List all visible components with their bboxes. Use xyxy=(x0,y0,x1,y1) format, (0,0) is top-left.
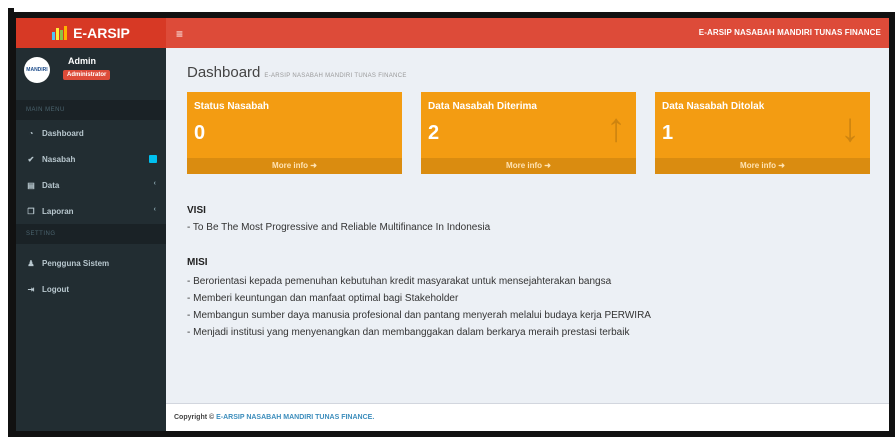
photo-frame-right xyxy=(889,18,895,437)
info-box-status-nasabah[interactable]: Status Nasabah 0 More info ➜ xyxy=(187,92,402,174)
more-info-link[interactable]: More info ➜ xyxy=(187,158,402,174)
top-navbar: ≡ E-ARSIP NASABAH MANDIRI TUNAS FINANCE xyxy=(166,18,889,48)
visi-heading: VISI xyxy=(187,205,206,216)
sidebar-item-label: Laporan xyxy=(42,206,74,216)
page-title: Dashboard E-ARSIP NASABAH MANDIRI TUNAS F… xyxy=(187,64,407,81)
user-name: Admin xyxy=(68,56,96,66)
navbar-title: E-ARSIP NASABAH MANDIRI TUNAS FINANCE xyxy=(698,28,881,37)
sidebar-item-pengguna-sistem[interactable]: ♟ Pengguna Sistem xyxy=(16,250,166,276)
misi-heading: MISI xyxy=(187,257,208,268)
info-box-data-diterima[interactable]: Data Nasabah Diterima 2 ↑ More info ➜ xyxy=(421,92,636,174)
sidebar-section-setting: SETTING xyxy=(16,224,166,244)
sidebar-item-label: Dashboard xyxy=(42,128,84,138)
misi-line: - Memberi keuntungan dan manfaat optimal… xyxy=(187,293,459,304)
user-panel: MANDIRI Admin Administrator xyxy=(16,48,166,92)
sidebar-item-label: Nasabah xyxy=(42,154,76,164)
arrow-down-icon: ↓ xyxy=(840,106,860,150)
dashboard-icon: ◔ xyxy=(28,128,34,138)
info-box-title: Data Nasabah Ditolak xyxy=(662,101,765,112)
sidebar-item-label: Data xyxy=(42,180,60,190)
app-logo-text: E-ARSIP xyxy=(73,25,130,41)
sidebar-item-label: Logout xyxy=(42,284,70,294)
photo-frame-bottom xyxy=(8,431,895,437)
bar-chart-icon xyxy=(52,26,68,40)
misi-line: - Berorientasi kepada pemenuhan kebutuha… xyxy=(187,276,612,287)
info-box-value: 2 xyxy=(428,122,440,144)
app-logo[interactable]: E-ARSIP xyxy=(16,18,166,48)
check-icon: ✔ xyxy=(27,154,35,164)
chevron-left-icon: ‹ xyxy=(153,206,156,213)
photo-frame-left xyxy=(8,18,16,437)
misi-line: - Membangun sumber daya manusia profesio… xyxy=(187,310,651,321)
info-box-title: Data Nasabah Diterima xyxy=(428,101,537,112)
arrow-up-icon: ↑ xyxy=(606,106,626,150)
sidebar-item-data[interactable]: ▤ Data ‹ xyxy=(16,172,166,198)
info-box-value: 0 xyxy=(194,122,206,144)
status-badge xyxy=(149,155,157,163)
sidebar-item-nasabah[interactable]: ✔ Nasabah xyxy=(16,146,166,172)
app-window: E-ARSIP ≡ E-ARSIP NASABAH MANDIRI TUNAS … xyxy=(16,18,889,431)
logout-icon: ⇥ xyxy=(27,284,35,294)
info-box-value: 1 xyxy=(662,122,674,144)
misi-line: - Menjadi institusi yang menyenangkan da… xyxy=(187,327,630,338)
sidebar-item-logout[interactable]: ⇥ Logout xyxy=(16,276,166,302)
more-info-link[interactable]: More info ➜ xyxy=(421,158,636,174)
user-icon: ♟ xyxy=(27,258,35,268)
info-box-title: Status Nasabah xyxy=(194,101,270,112)
copy-icon: ❐ xyxy=(27,206,35,216)
photo-frame-top xyxy=(0,0,895,18)
sidebar-item-label: Pengguna Sistem xyxy=(42,258,110,268)
page-subtitle: E-ARSIP NASABAH MANDIRI TUNAS FINANCE xyxy=(264,73,407,79)
sidebar-section-main: MAIN MENU xyxy=(16,100,166,120)
copyright-text: Copyright © E-ARSIP NASABAH MANDIRI TUNA… xyxy=(174,414,375,421)
sidebar-item-dashboard[interactable]: ◔ Dashboard xyxy=(16,120,166,146)
avatar: MANDIRI xyxy=(24,57,50,83)
database-icon: ▤ xyxy=(27,180,35,190)
more-info-link[interactable]: More info ➜ xyxy=(655,158,870,174)
sidebar-toggle-icon[interactable]: ≡ xyxy=(176,27,183,41)
user-role-badge: Administrator xyxy=(63,70,111,80)
sidebar: MANDIRI Admin Administrator MAIN MENU ◔ … xyxy=(16,48,166,431)
footer: Copyright © E-ARSIP NASABAH MANDIRI TUNA… xyxy=(166,403,889,431)
chevron-left-icon: ‹ xyxy=(153,180,156,187)
main-content: Dashboard E-ARSIP NASABAH MANDIRI TUNAS F… xyxy=(166,48,889,397)
footer-link[interactable]: E-ARSIP NASABAH MANDIRI TUNAS FINANCE. xyxy=(216,414,374,421)
visi-line: - To Be The Most Progressive and Reliabl… xyxy=(187,222,491,233)
info-box-data-ditolak[interactable]: Data Nasabah Ditolak 1 ↓ More info ➜ xyxy=(655,92,870,174)
sidebar-item-laporan[interactable]: ❐ Laporan ‹ xyxy=(16,198,166,224)
